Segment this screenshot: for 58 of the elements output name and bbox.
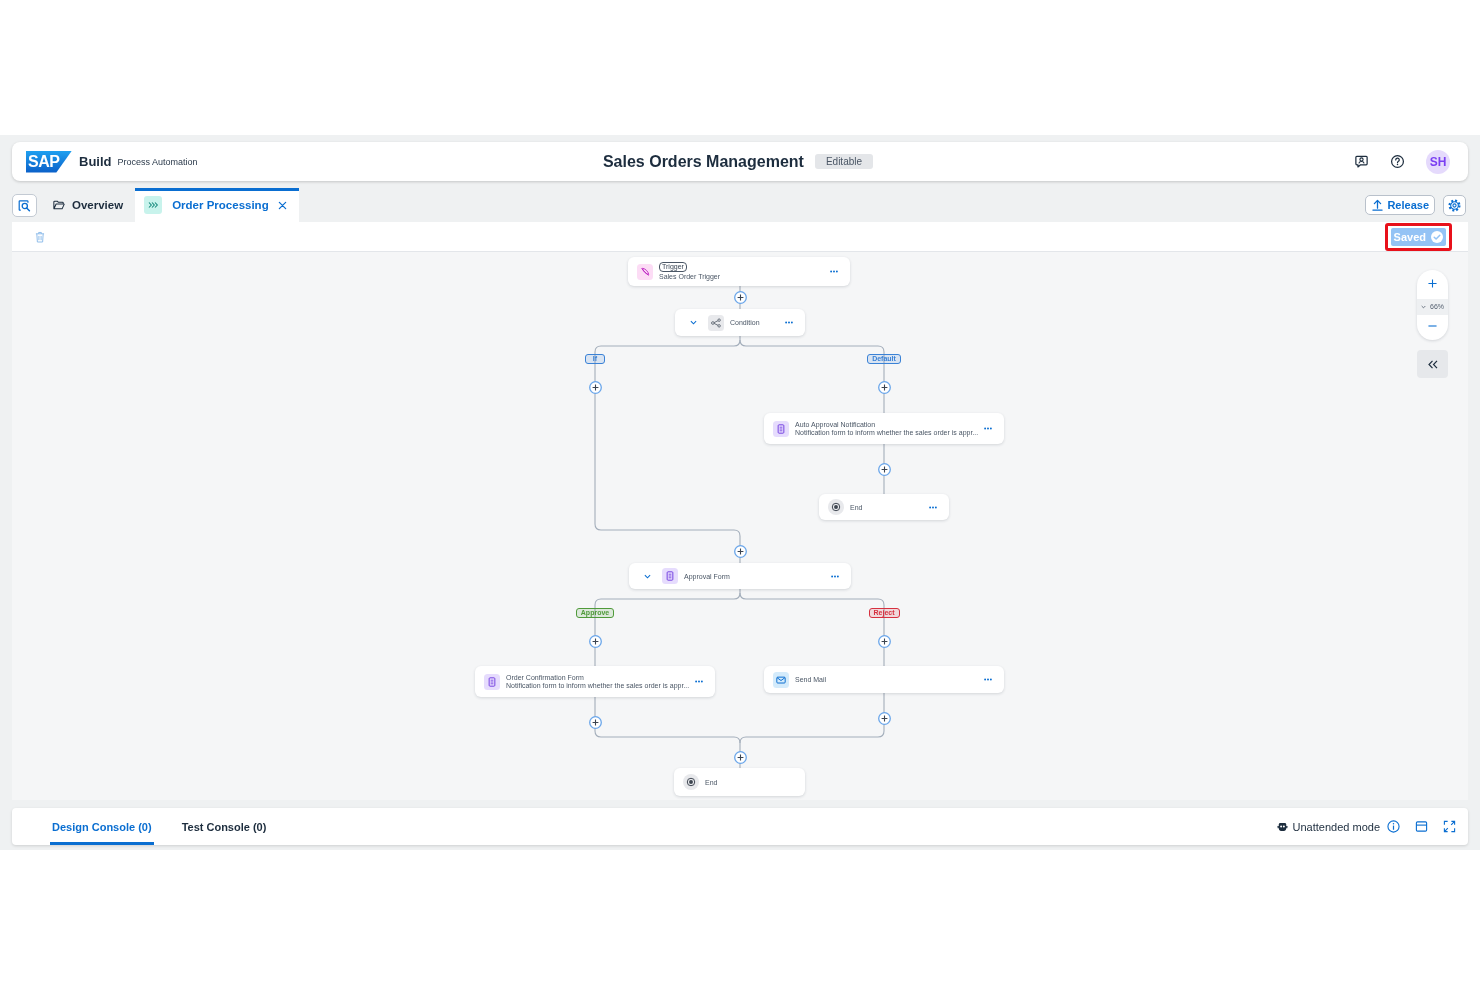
- add-step-icon[interactable]: [588, 380, 602, 394]
- close-icon[interactable]: [277, 200, 287, 210]
- check-circle-icon: [1431, 230, 1443, 243]
- search-icon: [18, 198, 31, 212]
- sap-logo[interactable]: SAP: [26, 150, 72, 173]
- more-icon[interactable]: [984, 427, 993, 430]
- tab[interactable]: Order Processing: [135, 188, 299, 222]
- chevron-down-icon[interactable]: [644, 573, 651, 579]
- add-step-icon[interactable]: [877, 380, 891, 394]
- product-subtitle: Process Automation: [117, 156, 198, 167]
- zoom-in-icon[interactable]: [1428, 279, 1437, 288]
- console-tab[interactable]: Design Console (0): [50, 808, 154, 845]
- settings-icon: [1448, 198, 1461, 212]
- feather-icon: [637, 263, 653, 280]
- add-step-icon[interactable]: [588, 715, 602, 729]
- chevron-down-icon: [1421, 304, 1426, 309]
- more-icon[interactable]: [830, 270, 838, 273]
- robot-icon: [1276, 821, 1288, 832]
- chevron-down-icon[interactable]: [690, 320, 697, 325]
- panel-icon[interactable]: [1415, 820, 1428, 833]
- product-name: Build: [79, 154, 112, 169]
- add-step-icon[interactable]: [877, 711, 891, 725]
- more-icon[interactable]: [929, 505, 937, 509]
- more-icon[interactable]: [695, 680, 704, 683]
- status-badge: Editable: [814, 154, 874, 169]
- help-icon[interactable]: [1390, 154, 1405, 169]
- add-step-icon[interactable]: [877, 462, 891, 476]
- tab[interactable]: Overview: [40, 188, 136, 222]
- stop-icon: [828, 499, 844, 515]
- project-title: Sales Orders Management: [602, 152, 804, 171]
- branch-icon: [708, 314, 724, 331]
- form-icon: [773, 420, 789, 437]
- release-button[interactable]: Release: [1365, 195, 1435, 215]
- more-icon[interactable]: [785, 321, 793, 324]
- search-button[interactable]: [12, 193, 37, 217]
- info-icon[interactable]: [1387, 820, 1400, 833]
- more-icon[interactable]: [831, 574, 839, 578]
- speech-bubble-icon[interactable]: [1354, 154, 1369, 169]
- user-avatar[interactable]: SH: [1426, 149, 1450, 174]
- form-icon: [484, 673, 500, 690]
- add-step-icon[interactable]: [733, 544, 747, 558]
- double-chevron-left-icon: [1427, 359, 1438, 369]
- collapse-button[interactable]: [1417, 350, 1448, 378]
- mode-label: Unattended mode: [1292, 820, 1380, 833]
- folder-icon: [53, 200, 65, 210]
- settings-button[interactable]: [1443, 194, 1466, 216]
- add-step-icon[interactable]: [588, 634, 602, 648]
- mail-icon: [773, 671, 789, 688]
- add-step-icon[interactable]: [733, 290, 747, 304]
- form-icon: [662, 568, 678, 584]
- add-step-icon[interactable]: [733, 750, 747, 764]
- chevrons-right-icon: [144, 196, 163, 214]
- more-icon[interactable]: [984, 678, 992, 681]
- upload-icon: [1372, 199, 1384, 211]
- console-tab[interactable]: Test Console (0): [179, 808, 269, 845]
- expand-icon[interactable]: [1443, 820, 1456, 833]
- add-step-icon[interactable]: [877, 634, 891, 648]
- stop-icon: [683, 774, 699, 790]
